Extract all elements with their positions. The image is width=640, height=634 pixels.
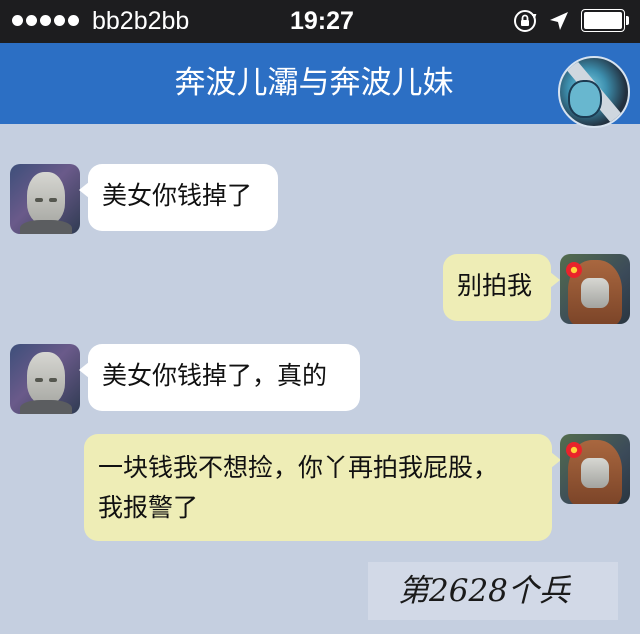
message-bubble-outgoing[interactable]: 别拍我 <box>443 254 560 321</box>
battery-icon <box>581 9 629 32</box>
chat-title: 奔波儿灞与奔波儿妹 <box>174 65 454 101</box>
status-time: 19:27 <box>290 7 354 35</box>
sender-avatar-female[interactable] <box>560 434 630 504</box>
sender-avatar-male[interactable] <box>10 164 80 234</box>
sender-avatar-male[interactable] <box>10 344 80 414</box>
message-bubble-outgoing[interactable]: 一块钱我不想捡，你丫再拍我屁股， 我报警了 <box>84 434 561 541</box>
rotation-lock-icon <box>514 10 537 32</box>
message-bubble-incoming[interactable]: 美女你钱掉了 <box>79 164 278 231</box>
sender-avatar-female[interactable] <box>560 254 630 324</box>
group-avatar[interactable] <box>558 56 630 128</box>
carrier-name: bb2b2bb <box>92 7 190 35</box>
signal-strength-icon <box>12 15 79 26</box>
watermark-text: 第2628个兵 <box>368 562 618 620</box>
message-bubble-incoming[interactable]: 美女你钱掉了，真的 <box>79 344 360 411</box>
status-bar: bb2b2bb 19:27 <box>0 0 640 43</box>
chat-header: 奔波儿灞与奔波儿妹 <box>0 43 640 128</box>
location-arrow-icon <box>550 12 568 30</box>
